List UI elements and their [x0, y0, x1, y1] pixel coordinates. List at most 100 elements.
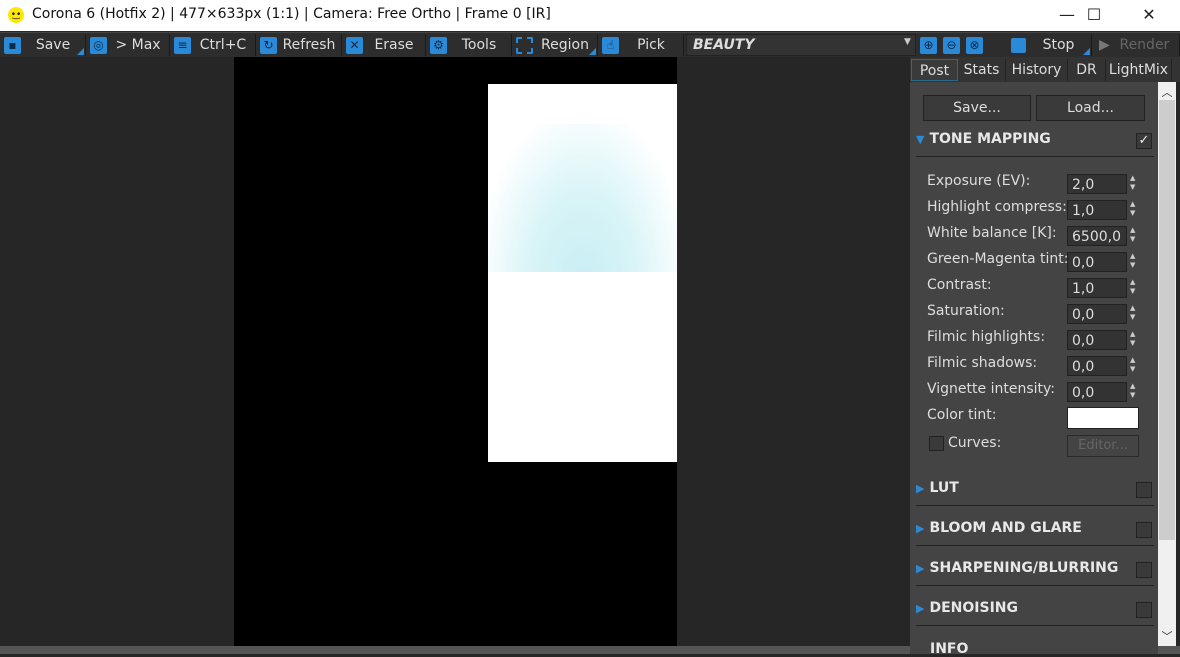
- param-label: Highlight compress:: [927, 199, 1067, 215]
- param-label: Contrast:: [927, 277, 992, 293]
- panel-tabs: Post Stats History DR LightMix: [910, 57, 1180, 82]
- param-label: Filmic shadows:: [927, 355, 1038, 371]
- toolbar: ▪ Save ◎ > Max ≡ Ctrl+C ↻ Refresh ✕ Erase ⚙ To…: [0, 32, 1180, 57]
- copy-button[interactable]: ≡ Ctrl+C: [170, 34, 256, 56]
- param-value-input[interactable]: 6500,0: [1067, 226, 1127, 246]
- region-icon: [516, 36, 533, 54]
- render-image-sky: [488, 124, 677, 272]
- param-row: Saturation: 0,0 ▲ ▼: [927, 303, 1147, 325]
- render-button[interactable]: ▶ Render: [1094, 34, 1180, 56]
- tab-stats[interactable]: Stats: [958, 59, 1006, 81]
- zoom-in-button[interactable]: ⊕: [920, 34, 940, 56]
- denoising-checkbox[interactable]: [1136, 602, 1152, 618]
- erase-button[interactable]: ✕ Erase: [342, 34, 426, 56]
- collapsed-triangle-icon: ▶: [916, 522, 925, 535]
- tools-button[interactable]: ⚙ Tools: [426, 34, 512, 56]
- zoom-out-button[interactable]: ⊖: [943, 34, 963, 56]
- max-button[interactable]: ◎ > Max: [86, 34, 170, 56]
- tone-mapping-checkbox[interactable]: ✓: [1136, 133, 1152, 149]
- hand-pointer-icon: ☝: [602, 36, 619, 54]
- collapsed-triangle-icon: ▶: [916, 562, 925, 575]
- curves-editor-button[interactable]: Editor...: [1067, 435, 1139, 457]
- save-preset-button[interactable]: Save...: [923, 95, 1031, 121]
- viewport-background-right: [677, 57, 910, 646]
- floppy-icon: ▪: [4, 36, 21, 54]
- param-row: Green-Magenta tint: 0,0 ▲ ▼: [927, 251, 1147, 273]
- refresh-icon: ↻: [260, 36, 277, 54]
- zoom-out-icon: ⊖: [943, 36, 960, 54]
- param-row: Vignette intensity: 0,0 ▲ ▼: [927, 381, 1147, 403]
- save-button[interactable]: ▪ Save: [0, 34, 86, 56]
- expanded-triangle-icon: ▼: [916, 133, 925, 146]
- param-value-input[interactable]: 0,0: [1067, 330, 1127, 350]
- viewport-background: [0, 57, 234, 646]
- tab-lightmix[interactable]: LightMix: [1106, 59, 1172, 81]
- param-value-input[interactable]: 0,0: [1067, 252, 1127, 272]
- info-header[interactable]: INFO: [930, 641, 968, 657]
- lut-header[interactable]: ▶ LUT: [916, 480, 1154, 506]
- load-preset-button[interactable]: Load...: [1036, 95, 1145, 121]
- spinner-arrows-icon[interactable]: ▲ ▼: [1130, 278, 1135, 296]
- spinner-arrows-icon[interactable]: ▲ ▼: [1130, 252, 1135, 270]
- play-icon: ▶: [1099, 37, 1110, 53]
- param-row: Filmic shadows: 0,0 ▲ ▼: [927, 355, 1147, 377]
- corona-logo-icon: •͜•: [8, 7, 24, 23]
- param-value-input[interactable]: 1,0: [1067, 200, 1127, 220]
- collapsed-triangle-icon: ▶: [916, 482, 925, 495]
- spinner-arrows-icon[interactable]: ▲ ▼: [1130, 174, 1135, 192]
- tab-post[interactable]: Post: [911, 59, 958, 81]
- region-button[interactable]: Region: [512, 34, 598, 56]
- pick-button[interactable]: ☝ Pick: [598, 34, 684, 56]
- denoising-header[interactable]: ▶ DENOISING: [916, 600, 1154, 626]
- spinner-arrows-icon[interactable]: ▲ ▼: [1130, 226, 1135, 244]
- param-row: Exposure (EV): 2,0 ▲ ▼: [927, 173, 1147, 195]
- param-value-input[interactable]: 0,0: [1067, 304, 1127, 324]
- spiral-icon: ◎: [90, 36, 107, 54]
- param-value-input[interactable]: 2,0: [1067, 174, 1127, 194]
- title-bar: •͜• Corona 6 (Hotfix 2) | 477×633px (1:1…: [0, 0, 1180, 31]
- sharpening-checkbox[interactable]: [1136, 562, 1152, 578]
- window-title: Corona 6 (Hotfix 2) | 477×633px (1:1) | …: [32, 6, 551, 22]
- param-value-input[interactable]: 0,0: [1067, 382, 1127, 402]
- collapsed-triangle-icon: ▶: [916, 602, 925, 615]
- curves-checkbox[interactable]: [929, 435, 944, 451]
- zoom-reset-button[interactable]: ⊗: [966, 34, 986, 56]
- tab-dr[interactable]: DR: [1068, 59, 1106, 81]
- spinner-arrows-icon[interactable]: ▲ ▼: [1130, 382, 1135, 400]
- param-row: Highlight compress: 1,0 ▲ ▼: [927, 199, 1147, 221]
- zoom-reset-icon: ⊗: [966, 36, 983, 54]
- close-button[interactable]: ✕: [1126, 3, 1172, 27]
- chevron-down-icon[interactable]: ▼: [904, 37, 911, 47]
- lut-checkbox[interactable]: [1136, 482, 1152, 498]
- bloom-glare-checkbox[interactable]: [1136, 522, 1152, 538]
- stop-icon: [1011, 37, 1026, 53]
- refresh-button[interactable]: ↻ Refresh: [256, 34, 342, 56]
- param-value-input[interactable]: 1,0: [1067, 278, 1127, 298]
- param-label: Saturation:: [927, 303, 1005, 319]
- tone-mapping-header[interactable]: ▼ TONE MAPPING ✓: [916, 131, 1154, 157]
- color-tint-swatch[interactable]: [1067, 407, 1139, 429]
- param-row: Filmic highlights: 0,0 ▲ ▼: [927, 329, 1147, 351]
- spinner-arrows-icon[interactable]: ▲ ▼: [1130, 356, 1135, 374]
- sharpening-header[interactable]: ▶ SHARPENING/BLURRING: [916, 560, 1154, 586]
- spinner-arrows-icon[interactable]: ▲ ▼: [1130, 304, 1135, 322]
- panel-scrollbar[interactable]: ︿ ﹀: [1158, 82, 1176, 646]
- scroll-up-icon[interactable]: ︿: [1158, 84, 1176, 100]
- spinner-arrows-icon[interactable]: ▲ ▼: [1130, 330, 1135, 348]
- render-image: [488, 84, 677, 462]
- bloom-glare-header[interactable]: ▶ BLOOM AND GLARE: [916, 520, 1154, 546]
- maximize-button[interactable]: ☐: [1071, 3, 1117, 27]
- curves-row: Curves: Editor...: [929, 435, 1149, 457]
- scrollbar-thumb[interactable]: [1159, 100, 1175, 540]
- zoom-in-icon: ⊕: [920, 36, 937, 54]
- param-value-input[interactable]: 0,0: [1067, 356, 1127, 376]
- spinner-arrows-icon[interactable]: ▲ ▼: [1130, 200, 1135, 218]
- channel-select[interactable]: BEAUTY: [686, 34, 916, 56]
- param-label: Vignette intensity:: [927, 381, 1055, 397]
- param-row: Contrast: 1,0 ▲ ▼: [927, 277, 1147, 299]
- tab-history[interactable]: History: [1006, 59, 1068, 81]
- clipboard-icon: ≡: [174, 36, 191, 54]
- scroll-down-icon[interactable]: ﹀: [1158, 628, 1176, 644]
- post-panel: Post Stats History DR LightMix Save... L…: [910, 57, 1180, 657]
- stop-button[interactable]: Stop: [1006, 34, 1092, 56]
